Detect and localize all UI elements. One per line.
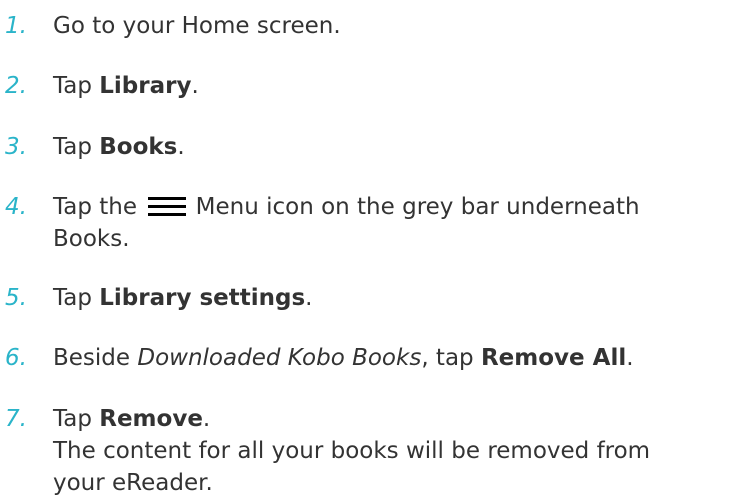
step-number: 6. xyxy=(5,345,27,371)
step-text-part: . xyxy=(191,73,199,99)
step-text-part: Tap xyxy=(53,406,100,432)
step-text: Tap Library. xyxy=(53,70,748,102)
step-text-part: . xyxy=(305,285,313,311)
step-number: 5. xyxy=(5,285,27,311)
step-text-part: . xyxy=(626,345,634,371)
step-text-part: Tap xyxy=(53,134,100,160)
downloaded-kobo-books-label: Downloaded Kobo Books xyxy=(137,345,422,371)
step-number: 2. xyxy=(5,73,27,99)
step-line: Tap the Menu icon on the grey bar undern… xyxy=(53,191,748,223)
step-text: Tap Remove. The content for all your boo… xyxy=(53,403,748,499)
library-settings-label: Library settings xyxy=(99,285,306,311)
step-line: your eReader. xyxy=(53,470,213,496)
remove-label: Remove xyxy=(99,406,203,432)
step-line: Tap Library. xyxy=(53,70,748,102)
step-text-part: Beside xyxy=(53,345,138,371)
step-text: Beside Downloaded Kobo Books, tap Remove… xyxy=(53,342,748,374)
books-label: Books xyxy=(99,134,178,160)
step-text: Tap Books. xyxy=(53,131,748,163)
step-text-part: Menu icon on the grey bar underneath xyxy=(188,194,640,220)
step-line: Tap Remove. xyxy=(53,403,748,435)
step-text: Tap Library settings. xyxy=(53,282,748,314)
step-number: 3. xyxy=(5,134,27,160)
step-line: Tap Library settings. xyxy=(53,282,748,314)
step-number: 7. xyxy=(5,406,27,432)
step-text-part: Tap xyxy=(53,285,100,311)
step-text-part: , tap xyxy=(421,345,481,371)
step-text-part: . xyxy=(177,134,185,160)
step-text: Tap the Menu icon on the grey bar undern… xyxy=(53,191,748,255)
step-line: Books. xyxy=(53,226,130,252)
menu-icon xyxy=(148,196,187,216)
remove-all-label: Remove All xyxy=(480,345,627,371)
library-label: Library xyxy=(99,73,192,99)
step-line: Tap Books. xyxy=(53,131,748,163)
step-line: Go to your Home screen. xyxy=(53,13,341,39)
step-text-part: . xyxy=(202,406,211,432)
step-text-part: Tap the xyxy=(53,194,145,220)
step-line: The content for all your books will be r… xyxy=(53,438,651,464)
step-text-part: Tap xyxy=(53,73,100,99)
step-number: 4. xyxy=(5,194,27,220)
step-number: 1. xyxy=(5,13,27,39)
step-text: Go to your Home screen. xyxy=(53,10,748,42)
step-line: Beside Downloaded Kobo Books, tap Remove… xyxy=(53,342,748,374)
